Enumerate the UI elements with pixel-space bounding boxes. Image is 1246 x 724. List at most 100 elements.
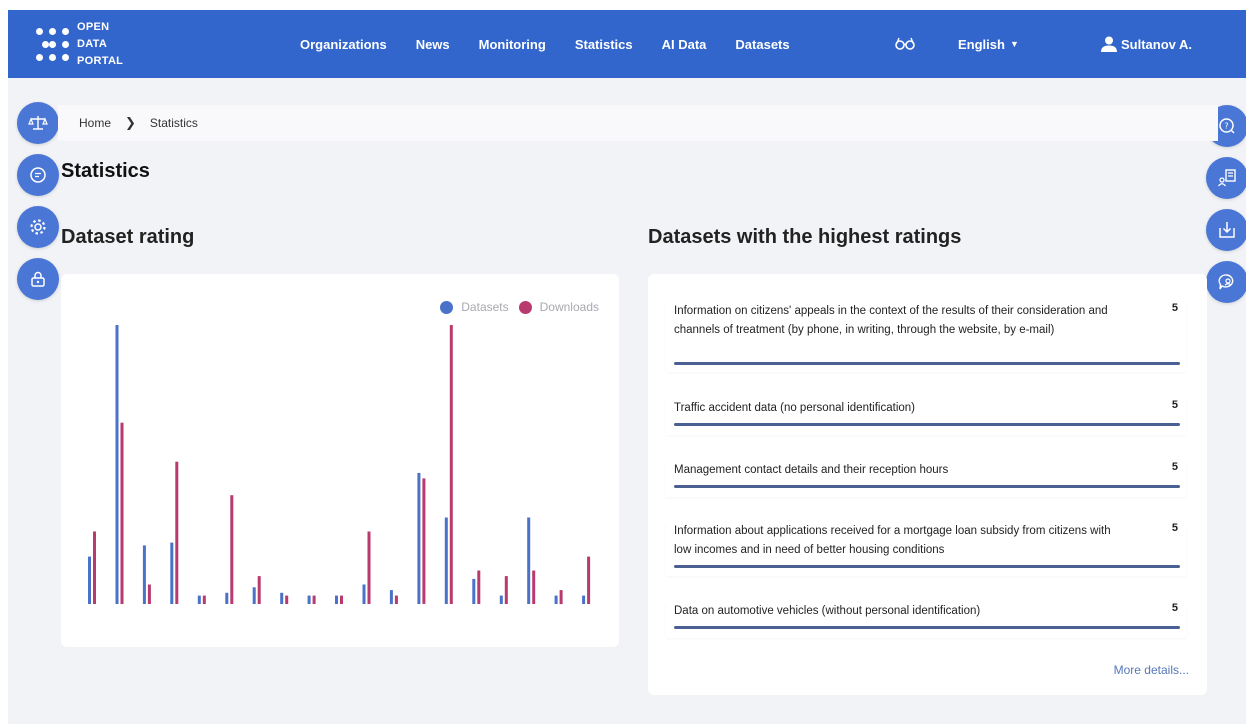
side-button-settings[interactable] (17, 206, 59, 248)
side-button-scales[interactable] (17, 102, 59, 144)
bar-datasets-13[interactable] (417, 472, 421, 604)
bar-downloads-14[interactable] (449, 325, 453, 604)
bar-downloads-19[interactable] (587, 556, 591, 604)
bar-downloads-6[interactable] (230, 495, 234, 604)
bar-downloads-17[interactable] (532, 570, 536, 605)
top-dataset-score-1: 5 (1171, 302, 1178, 314)
bar-downloads-4[interactable] (175, 461, 179, 604)
bar-datasets-3[interactable] (142, 545, 146, 604)
bar-downloads-2[interactable] (120, 422, 124, 604)
bar-downloads-15[interactable] (477, 570, 481, 605)
logo-dots-icon (36, 27, 69, 61)
side-button-document[interactable] (1206, 157, 1246, 199)
bar-downloads-8[interactable] (285, 595, 289, 604)
glasses-icon[interactable] (894, 32, 916, 54)
bar-datasets-19[interactable] (582, 595, 586, 604)
logo-text: OPEN DATA PORTAL (77, 19, 123, 70)
bar-downloads-9[interactable] (312, 595, 316, 604)
chevron-right-icon: ❯ (125, 115, 136, 130)
bar-downloads-11[interactable] (367, 531, 371, 605)
chat-icon (30, 167, 46, 183)
top-dataset-title-3: Management contact details and their rec… (674, 464, 949, 476)
bar-downloads-5[interactable] (202, 595, 206, 604)
bar-downloads-7[interactable] (257, 576, 261, 604)
top-dataset-title-4: Information about applications received … (674, 525, 1111, 556)
nav-news[interactable]: News (416, 37, 450, 52)
bar-datasets-14[interactable] (444, 517, 448, 605)
chart-plot (88, 325, 591, 605)
user-menu[interactable]: Sultanov A. (1100, 10, 1192, 78)
side-button-download[interactable] (1206, 209, 1246, 251)
nav-datasets[interactable]: Datasets (735, 37, 789, 52)
bar-datasets-5[interactable] (197, 595, 201, 604)
bar-datasets-15[interactable] (472, 578, 476, 604)
user-name: Sultanov A. (1121, 36, 1193, 52)
help-chat-icon: ? (1219, 118, 1235, 134)
nav-ai-data[interactable]: AI Data (662, 37, 707, 52)
logo-line-2: DATA (77, 37, 108, 50)
top-dataset-bar-1 (674, 362, 1180, 365)
bar-datasets-16[interactable] (499, 595, 503, 604)
top-dataset-item-4[interactable]: Information about applications received … (666, 522, 1186, 576)
top-dataset-title-5: Data on automotive vehicles (without per… (674, 605, 981, 617)
bar-downloads-13[interactable] (422, 478, 426, 604)
bar-datasets-11[interactable] (362, 584, 366, 605)
logo-line-3: PORTAL (77, 54, 124, 67)
gear-icon (30, 219, 46, 235)
top-dataset-score-2: 5 (1171, 399, 1178, 411)
page-title: Statistics (61, 160, 150, 182)
top-dataset-item-2[interactable]: Traffic accident data (no personal ident… (666, 399, 1186, 435)
top-datasets-title: Datasets with the highest ratings (648, 226, 962, 248)
top-dataset-score-4: 5 (1171, 522, 1178, 534)
top-dataset-score-5: 5 (1171, 602, 1178, 614)
bar-datasets-10[interactable] (335, 595, 338, 604)
bar-downloads-18[interactable] (559, 590, 563, 605)
top-dataset-item-1[interactable]: Information on citizens' appeals in the … (666, 302, 1186, 372)
bar-datasets-18[interactable] (554, 595, 558, 604)
breadcrumb-current: Statistics (149, 116, 198, 130)
more-details-link[interactable]: More details... (1114, 663, 1189, 677)
top-dataset-title-1: Information on citizens' appeals in the … (674, 305, 1108, 336)
bar-datasets-1[interactable] (88, 556, 91, 604)
side-button-support[interactable] (1206, 261, 1246, 303)
bar-datasets-2[interactable] (115, 325, 119, 604)
top-dataset-item-3[interactable]: Management contact details and their rec… (666, 461, 1186, 497)
nav-organizations[interactable]: Organizations (300, 37, 387, 52)
top-dataset-item-5[interactable]: Data on automotive vehicles (without per… (666, 602, 1186, 638)
lock-icon (31, 271, 45, 287)
document-user-icon (1217, 169, 1236, 187)
download-icon (1219, 222, 1235, 238)
bar-downloads-1[interactable] (93, 531, 96, 605)
nav-statistics[interactable]: Statistics (575, 37, 633, 52)
bar-downloads-3[interactable] (147, 584, 151, 605)
caret-down-icon: ▼ (1009, 39, 1019, 49)
nav-monitoring[interactable]: Monitoring (479, 37, 546, 52)
top-dataset-bar-4 (674, 565, 1180, 568)
bar-datasets-7[interactable] (252, 587, 256, 604)
bar-datasets-12[interactable] (389, 590, 393, 605)
top-dataset-title-2: Traffic accident data (no personal ident… (674, 402, 915, 414)
support-chat-icon (1218, 274, 1234, 290)
bar-datasets-8[interactable] (280, 592, 284, 604)
logo-line-1: OPEN (77, 20, 110, 33)
language-selector[interactable]: English ▼ (958, 10, 1019, 78)
top-dataset-bar-3 (674, 485, 1180, 488)
side-button-chat[interactable] (17, 154, 59, 196)
bar-datasets-4[interactable] (170, 542, 174, 604)
top-dataset-bar-2 (674, 423, 1180, 426)
bar-datasets-9[interactable] (307, 595, 311, 604)
portal-logo[interactable]: OPEN DATA PORTAL (36, 18, 123, 70)
bar-downloads-10[interactable] (340, 595, 343, 604)
bar-downloads-16[interactable] (504, 576, 508, 604)
main-nav: Organizations News Monitoring Statistics… (300, 10, 819, 78)
breadcrumb: Home ❯ Statistics (58, 105, 1218, 141)
top-datasets-card: Information on citizens' appeals in the … (648, 274, 1207, 695)
dataset-rating-title: Dataset rating (61, 226, 195, 248)
bar-downloads-12[interactable] (394, 595, 398, 604)
side-button-lock[interactable] (17, 258, 59, 300)
bar-datasets-17[interactable] (527, 517, 531, 605)
breadcrumb-home[interactable]: Home (79, 116, 111, 130)
dataset-rating-chart: Datasets Downloads (61, 274, 619, 647)
bar-datasets-6[interactable] (225, 592, 229, 604)
svg-text:?: ? (1224, 122, 1228, 131)
